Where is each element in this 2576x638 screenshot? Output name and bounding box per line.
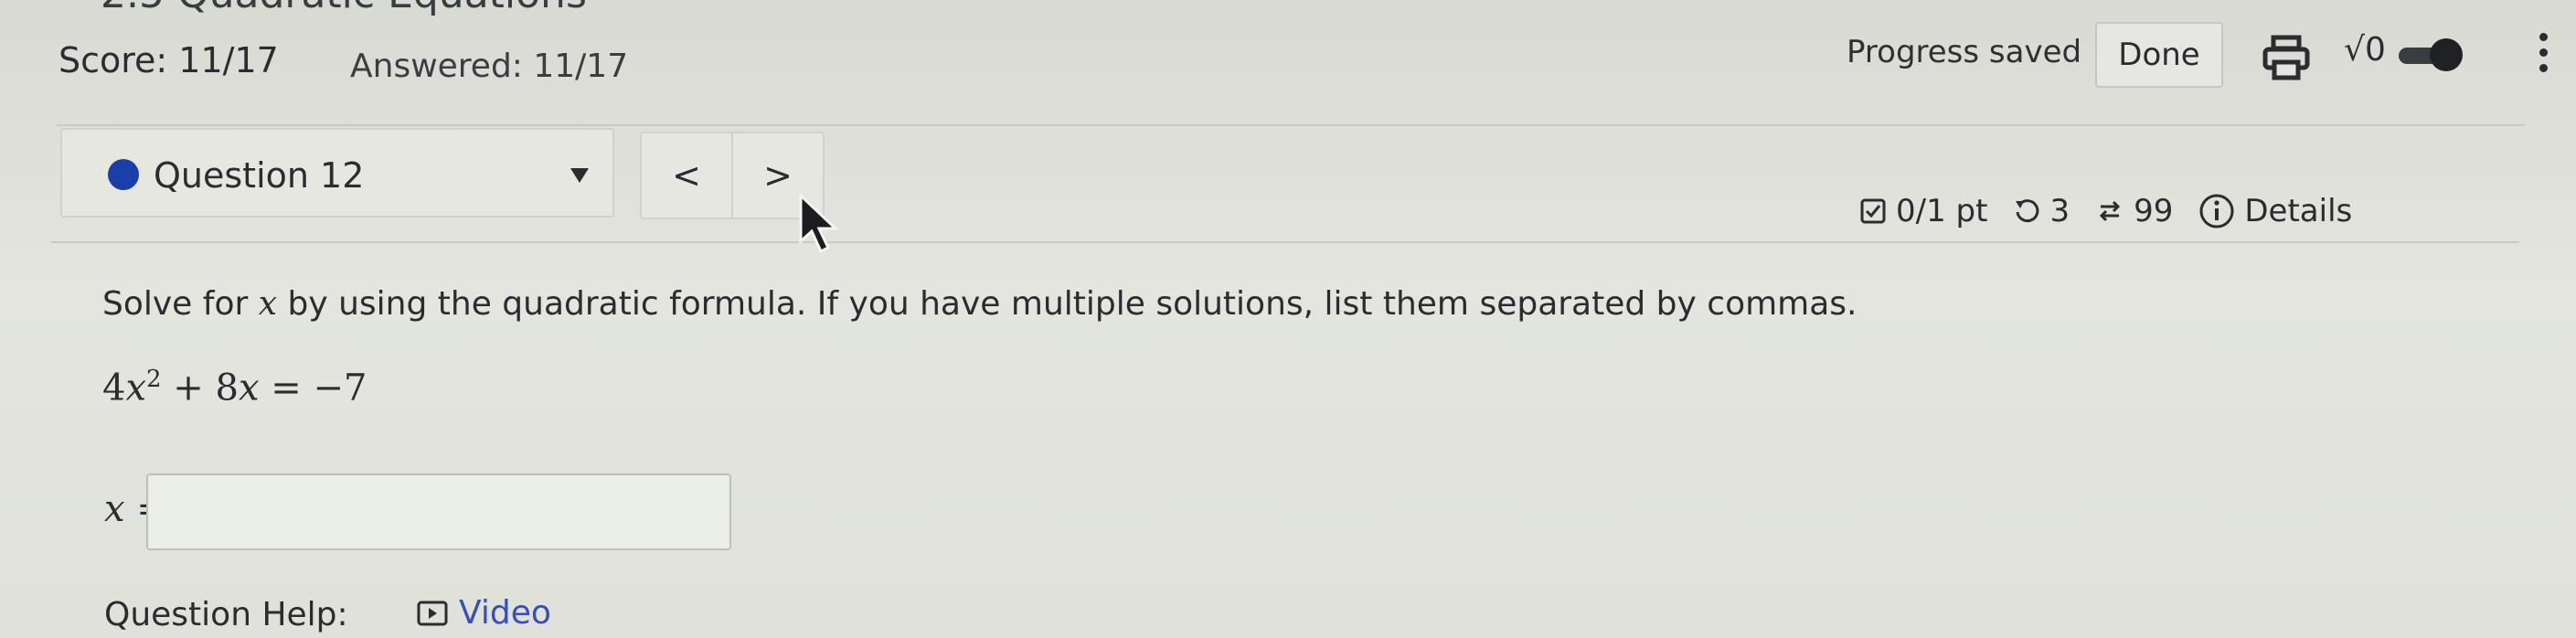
- more-options-kebab-icon[interactable]: [2538, 33, 2549, 79]
- retries-count: 3: [2049, 193, 2070, 229]
- video-icon: [417, 601, 448, 625]
- divider: [57, 124, 2525, 126]
- attempts-count: 99: [2134, 193, 2174, 229]
- done-button[interactable]: Done: [2095, 22, 2223, 88]
- question-selector-label: Question 12: [154, 155, 365, 196]
- video-help-link[interactable]: Video: [417, 594, 551, 632]
- question-help-label: Question Help:: [104, 596, 348, 633]
- math-input-toggle-label: √0: [2344, 31, 2386, 69]
- question-selector[interactable]: Question 12: [60, 128, 614, 218]
- print-icon[interactable]: [2262, 35, 2311, 80]
- question-status-dot: [108, 159, 139, 190]
- checkbox-icon: [1860, 198, 1886, 224]
- progress-saved-status: Progress saved: [1847, 34, 2082, 70]
- attempts-icon: [2099, 200, 2121, 222]
- score-label: Score: 11/17: [59, 40, 279, 80]
- divider: [51, 241, 2519, 243]
- math-input-toggle[interactable]: [2399, 38, 2463, 71]
- mouse-cursor-icon: [799, 194, 839, 254]
- info-icon[interactable]: [2198, 193, 2235, 229]
- details-link[interactable]: Details: [2244, 193, 2352, 229]
- retry-icon: [2016, 199, 2039, 223]
- page-title-cropped: 2.5 Quadratic Equations: [101, 0, 587, 17]
- question-prompt: Solve for x by using the quadratic formu…: [102, 285, 1857, 323]
- question-meta: 0/1 pt 3 99 Details: [1859, 188, 2352, 234]
- video-link-label[interactable]: Video: [459, 594, 551, 632]
- equation: 4x2 + 8x = −7: [102, 366, 367, 409]
- previous-question-button[interactable]: <: [640, 132, 733, 219]
- answer-input[interactable]: [146, 473, 731, 550]
- answered-label: Answered: 11/17: [350, 48, 629, 85]
- points-value: 0/1 pt: [1896, 193, 1988, 229]
- chevron-down-icon: [570, 168, 589, 183]
